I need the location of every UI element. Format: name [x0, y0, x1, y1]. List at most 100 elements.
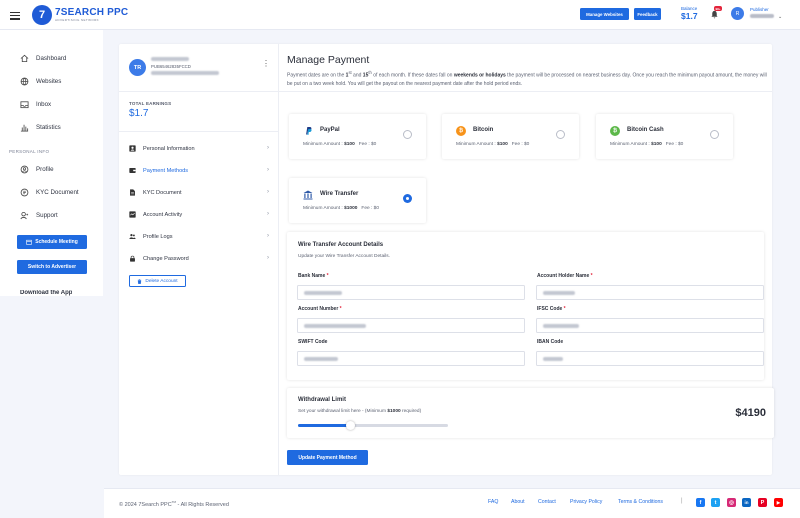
- file-icon: [130, 189, 135, 196]
- footer-link-faq[interactable]: FAQ: [488, 499, 498, 505]
- trash-icon: [138, 278, 142, 284]
- paypal-icon: [303, 126, 313, 136]
- required-mark: *: [339, 306, 342, 312]
- youtube-icon[interactable]: ▶: [774, 498, 783, 507]
- logo-tagline: ADVERTISING NETWORK: [55, 18, 100, 22]
- divider: [279, 91, 772, 92]
- chevron-down-icon[interactable]: ⌄: [778, 14, 782, 20]
- withdrawal-limit-card: Withdrawal Limit Set your withdrawal lim…: [287, 388, 774, 438]
- user-role: Publisher: [750, 7, 769, 12]
- feedback-button[interactable]: Feedback: [634, 8, 661, 20]
- footer-link-contact[interactable]: Contact: [538, 499, 556, 505]
- menu-profile-logs[interactable]: Profile Logs ›: [129, 233, 269, 240]
- method-radio[interactable]: [403, 130, 412, 139]
- desc-emphasis: weekends or holidays: [453, 72, 506, 79]
- account-holder-field[interactable]: [536, 285, 764, 300]
- sidebar-item-kyc[interactable]: KYC Document: [20, 188, 79, 197]
- manage-websites-button[interactable]: Manage Websites: [580, 8, 629, 20]
- method-radio-selected[interactable]: [403, 194, 412, 203]
- user-avatar[interactable]: R: [731, 7, 744, 20]
- desc-text: Payment dates are on the: [287, 72, 346, 79]
- payment-description: Payment dates are on the 1st and 15th of…: [287, 69, 767, 88]
- update-payment-method-button[interactable]: Update Payment Method: [287, 450, 368, 465]
- minimum-value: $100: [651, 142, 662, 147]
- redacted-value: [304, 324, 366, 328]
- fee-value: Fee : $0: [358, 142, 377, 147]
- withdrawal-title: Withdrawal Limit: [298, 397, 346, 403]
- user-name-redacted: [750, 14, 774, 18]
- label-text: IFSC Code: [537, 306, 563, 312]
- divider: [119, 131, 279, 132]
- label-text: Account Holder Name: [537, 273, 590, 279]
- profile-name-redacted: [151, 57, 189, 61]
- slider-fill: [298, 424, 351, 427]
- wire-transfer-form: Wire Transfer Account Details Update you…: [287, 232, 764, 380]
- sidebar-item-statistics[interactable]: Statistics: [20, 123, 61, 132]
- bell-icon[interactable]: [710, 10, 719, 19]
- method-radio[interactable]: [710, 130, 719, 139]
- sidebar-item-support[interactable]: Support: [20, 211, 58, 220]
- total-earnings-value: $1.7: [129, 108, 149, 119]
- method-radio[interactable]: [556, 130, 565, 139]
- sidebar-item-label: Inbox: [36, 101, 52, 108]
- desc-text: and: [351, 72, 363, 79]
- menu-label: Payment Methods: [143, 167, 189, 174]
- menu-account-activity[interactable]: Account Activity ›: [129, 211, 269, 218]
- pinterest-icon[interactable]: P: [758, 498, 767, 507]
- menu-toggle-icon[interactable]: [10, 12, 20, 20]
- copyright: © 2024 7Search PPCTM - All Rights Reserv…: [119, 500, 229, 508]
- lock-icon: [130, 255, 135, 262]
- bitcoin-icon: ₿: [456, 126, 466, 136]
- sidebar-item-profile[interactable]: Profile: [20, 165, 54, 174]
- redacted-value: [304, 291, 342, 295]
- payment-method-bitcoin-cash[interactable]: ₿ Bitcoin Cash Minimum Amount : $100 Fee…: [596, 114, 733, 159]
- bar-chart-icon: [20, 124, 29, 132]
- menu-label: KYC Document: [143, 189, 182, 196]
- linkedin-icon[interactable]: in: [742, 498, 751, 507]
- bank-name-label: Bank Name *: [298, 273, 329, 279]
- schedule-meeting-button[interactable]: Schedule Meeting: [17, 235, 87, 249]
- bank-name-field[interactable]: [297, 285, 525, 300]
- footer-link-privacy[interactable]: Privacy Policy: [570, 499, 602, 505]
- footer-link-about[interactable]: About: [511, 499, 525, 505]
- facebook-icon[interactable]: f: [696, 498, 705, 507]
- menu-kyc-document[interactable]: KYC Document ›: [129, 189, 269, 196]
- chevron-right-icon: ›: [267, 167, 269, 173]
- menu-change-password[interactable]: Change Password ›: [129, 255, 269, 262]
- sidebar-item-dashboard[interactable]: Dashboard: [20, 54, 66, 63]
- payment-method-wire-transfer[interactable]: Wire Transfer Minimum Amount : $1000 Fee…: [289, 178, 426, 223]
- sidebar-item-websites[interactable]: Websites: [20, 77, 61, 86]
- page-title: Manage Payment: [287, 54, 370, 66]
- payment-method-paypal[interactable]: PayPal Minimum Amount : $100 Fee : $0: [289, 114, 426, 159]
- sidebar-item-label: Statistics: [36, 124, 61, 131]
- delete-account-button[interactable]: Delete Account: [129, 275, 186, 287]
- switch-to-advertiser-button[interactable]: Switch to Advertiser: [17, 260, 87, 274]
- activity-icon: [129, 211, 136, 218]
- menu-personal-information[interactable]: Personal Information ›: [129, 145, 269, 152]
- account-number-field[interactable]: [297, 318, 525, 333]
- logo-mark: 7: [32, 5, 52, 25]
- chevron-right-icon: ›: [267, 211, 269, 217]
- sidebar-item-label: Dashboard: [36, 55, 67, 62]
- user-menu[interactable]: Publisher: [750, 7, 774, 18]
- menu-payment-methods[interactable]: Payment Methods ›: [129, 167, 269, 174]
- form-title: Wire Transfer Account Details: [298, 242, 384, 248]
- swift-code-field[interactable]: [297, 351, 525, 366]
- iban-code-field[interactable]: [536, 351, 764, 366]
- ifsc-code-field[interactable]: [536, 318, 764, 333]
- chevron-right-icon: ›: [267, 145, 269, 151]
- method-minimum: Minimum Amount : $100 Fee : $0: [610, 142, 683, 147]
- twitter-icon[interactable]: t: [711, 498, 720, 507]
- more-options-icon[interactable]: ⋮: [262, 60, 270, 68]
- withdrawal-slider[interactable]: [298, 421, 448, 430]
- label-text: Bank Name: [298, 273, 326, 279]
- sidebar-item-inbox[interactable]: Inbox: [20, 100, 51, 109]
- payment-method-bitcoin[interactable]: ₿ Bitcoin Minimum Amount : $100 Fee : $0: [442, 114, 579, 159]
- footer-link-terms[interactable]: Terms & Conditions: [618, 499, 663, 505]
- logo[interactable]: 7 7SEARCH PPC ADVERTISING NETWORK: [32, 5, 128, 25]
- method-name: Wire Transfer: [320, 191, 359, 197]
- slider-thumb[interactable]: [346, 421, 355, 430]
- bitcoin-cash-icon: ₿: [610, 126, 620, 136]
- user-card-icon: [129, 145, 136, 152]
- instagram-icon[interactable]: ◎: [727, 498, 736, 507]
